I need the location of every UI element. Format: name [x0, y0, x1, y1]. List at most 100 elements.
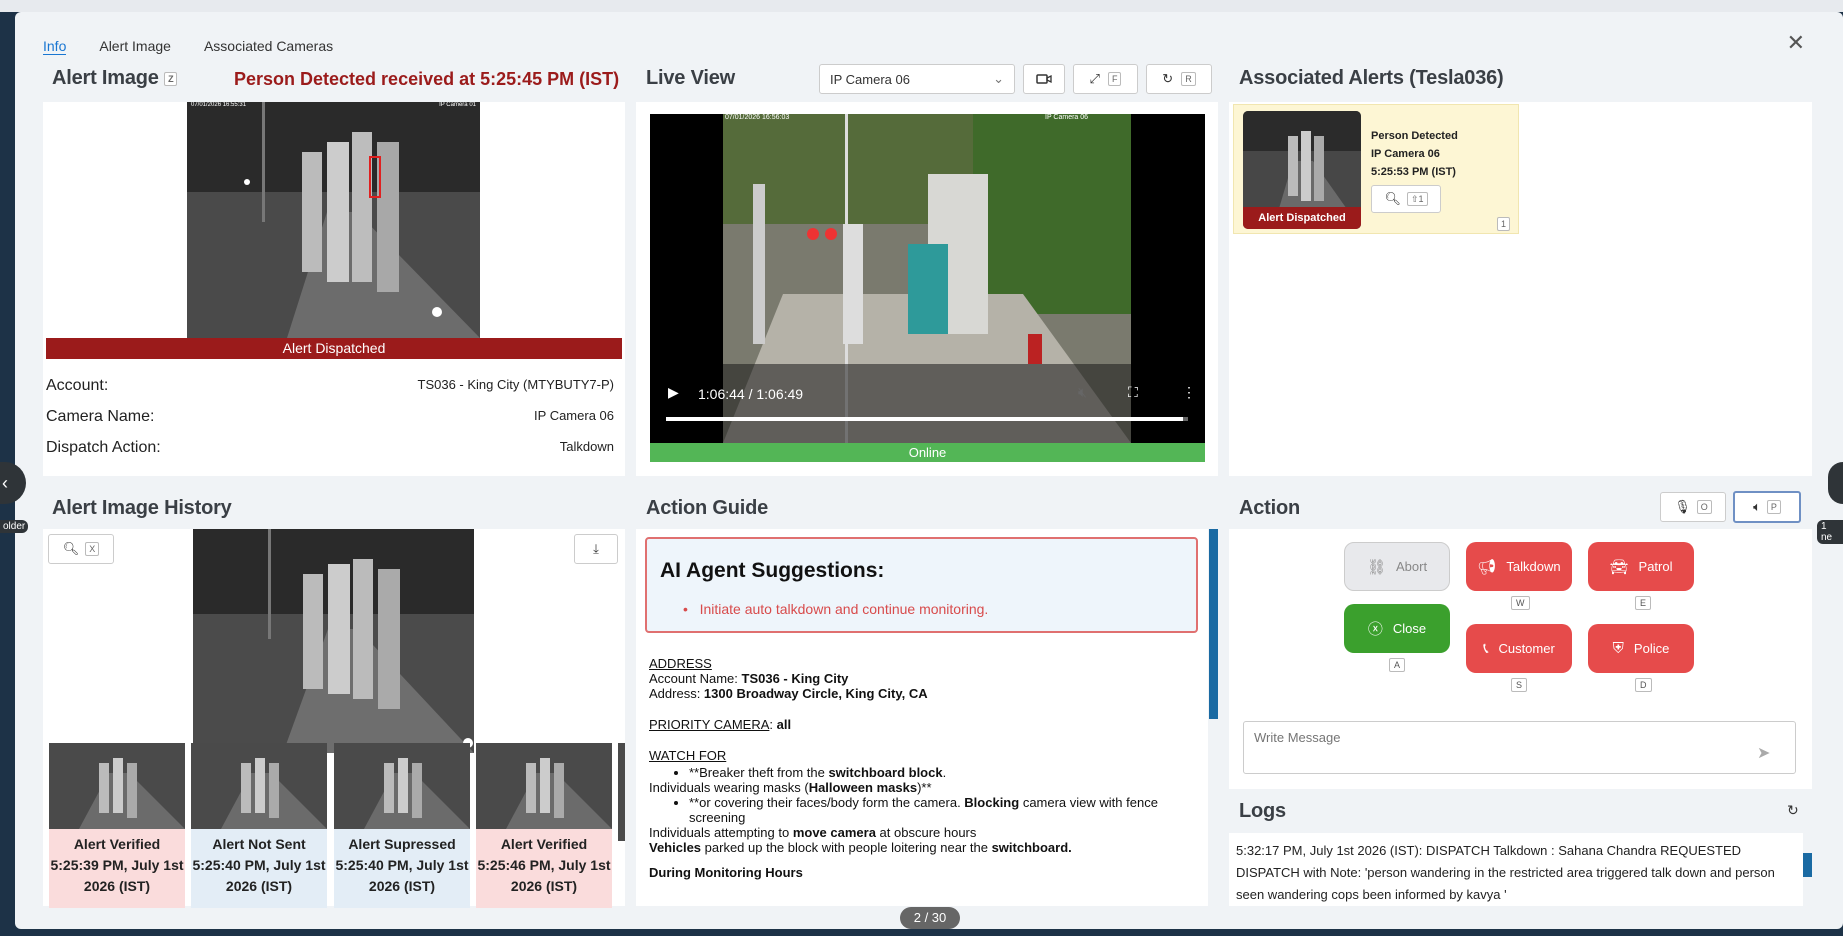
history-thumbnail[interactable]: Alert Verified 5:25:39 PM, July 1st 2026 … — [49, 743, 185, 908]
unlink-icon: ⛓︎ — [1366, 558, 1386, 576]
close-icon[interactable]: ✕ — [1787, 30, 1805, 56]
address-label: Address: — [649, 686, 704, 701]
video-camera-icon — [1036, 74, 1052, 84]
alert-dispatched-banner: Alert Dispatched — [1243, 207, 1361, 229]
hotkey-badge: S — [1511, 678, 1528, 692]
more-vertical-icon[interactable]: ⋮ — [1182, 384, 1196, 401]
zoom-in-icon: 🔍︎ — [62, 541, 80, 556]
watch-item: **or covering their faces/body form the … — [689, 795, 1189, 825]
associated-alert-card[interactable]: Alert Dispatched Person Detected IP Came… — [1233, 104, 1519, 234]
tab-associated-cameras[interactable]: Associated Cameras — [204, 38, 333, 55]
police-button[interactable]: ⛨ Police — [1588, 624, 1694, 673]
thumbnail-time: 5:25:40 PM, July 1st 2026 (IST) — [335, 857, 469, 894]
record-button[interactable] — [1023, 64, 1065, 94]
alert-dispatched-banner: Alert Dispatched — [46, 338, 622, 359]
hotkey-badge: Z — [164, 71, 178, 86]
tab-bar: Info Alert Image Associated Cameras — [43, 38, 333, 55]
zoom-in-icon: 🔍︎ — [1384, 191, 1401, 206]
chevron-down-icon: ⌄ — [993, 71, 1004, 86]
ai-suggestion-text: Initiate auto talkdown and continue moni… — [699, 601, 989, 617]
thumbnail-time: 5:25:39 PM, July 1st 2026 (IST) — [50, 857, 184, 894]
associated-alert-thumbnail[interactable]: Alert Dispatched — [1243, 111, 1361, 229]
camera-select[interactable]: IP Camera 06 ⌄ — [819, 64, 1015, 94]
zoom-button[interactable]: 🔍︎ ⇧1 — [1371, 185, 1441, 213]
logs-title: Logs — [1239, 800, 1286, 822]
associated-alert-info: Person Detected IP Camera 06 5:25:53 PM … — [1371, 127, 1458, 181]
address-value: 1300 Broadway Circle, King City, CA — [703, 686, 928, 701]
refresh-button[interactable]: ↻ R — [1146, 64, 1212, 94]
hotkey-badge: W — [1511, 596, 1530, 610]
detail-key: Account: — [46, 377, 109, 394]
microphone-button[interactable]: 🎙︎ O — [1660, 492, 1726, 522]
associated-alerts-panel: Alert Dispatched Person Detected IP Came… — [1229, 102, 1812, 476]
thumbnail-label: Alert Not Sent 5:25:40 PM, July 1st 2026 … — [191, 829, 327, 908]
thumbnail-label: Alert Verified 5:25:39 PM, July 1st 2026 … — [49, 829, 185, 908]
refresh-icon[interactable]: ↻ — [1787, 802, 1799, 819]
fullscreen-icon[interactable]: ⛶ — [1128, 384, 1138, 401]
microphone-icon: 🎙︎ — [1674, 499, 1691, 514]
priority-heading: PRIORITY CAMERA — [649, 717, 770, 732]
tab-alert-image[interactable]: Alert Image — [99, 38, 171, 55]
hotkey-badge: O — [1696, 500, 1712, 514]
camera-timestamp: 07/01/2026 16:55:31 — [191, 102, 247, 108]
speaker-button[interactable]: 🔈︎ P — [1733, 491, 1801, 523]
zoom-button[interactable]: 🔍︎ X — [48, 534, 114, 564]
hotkey-badge: A — [1389, 658, 1406, 672]
newer-label: 1 ne — [1817, 520, 1843, 544]
abort-button[interactable]: ⛓︎ Abort — [1344, 542, 1450, 591]
close-alert-button[interactable]: ⓧ Close — [1344, 604, 1450, 653]
live-view-title: Live View — [646, 67, 735, 89]
account-value: TS036 - King City — [741, 671, 849, 686]
thumbnail-status: Alert Not Sent — [212, 836, 306, 852]
detail-row: Account: TS036 - King City (MTYBUTY7-P) — [46, 377, 614, 395]
account-label: Account Name: — [649, 671, 742, 686]
priority-value: all — [776, 717, 792, 732]
online-status-bar: Online — [650, 443, 1205, 462]
close-circle-icon: ⓧ — [1367, 621, 1383, 638]
alert-time: 5:25:53 PM (IST) — [1371, 166, 1456, 178]
alert-received-text: Person Detected received at 5:25:45 PM (… — [234, 69, 620, 89]
detail-value: Talkdown — [559, 439, 614, 454]
associated-alerts-title: Associated Alerts (Tesla036) — [1239, 67, 1504, 89]
live-video-player[interactable]: 07/01/2026 16:56:03 IP Camera 06 ▶ 1:06:… — [650, 114, 1205, 443]
action-title: Action — [1239, 497, 1301, 519]
send-icon[interactable]: ➤ — [1757, 743, 1770, 763]
history-thumbnail[interactable]: Alert Verified 5:25:46 PM, July 1st 2026 … — [476, 743, 612, 908]
chevron-right-icon[interactable] — [1828, 462, 1843, 504]
thumbnail-label: Alert Verified 5:25:46 PM, July 1st 2026 … — [476, 829, 612, 908]
shield-icon: ⛨ — [1612, 640, 1624, 657]
detail-row: Camera Name: IP Camera 06 — [46, 408, 614, 426]
message-input[interactable] — [1243, 721, 1796, 774]
tab-info[interactable]: Info — [43, 38, 67, 55]
play-icon[interactable]: ▶ — [668, 384, 679, 401]
hotkey-badge: R — [1181, 72, 1196, 86]
background-strip — [0, 0, 1843, 12]
camera-label: IP Camera 01 — [439, 102, 476, 108]
hotkey-badge: D — [1635, 678, 1652, 692]
history-main-image[interactable] — [193, 529, 474, 753]
pager-badge: 2 / 30 — [900, 907, 960, 929]
alert-image-title: Alert Image Z — [52, 67, 178, 90]
guide-content: ADDRESS Account Name: TS036 - King City … — [649, 656, 1189, 880]
talkdown-button[interactable]: 📢︎ Talkdown — [1466, 542, 1572, 591]
alert-image-history-title: Alert Image History — [52, 497, 232, 519]
history-thumbnail[interactable]: Alert Supressed 5:25:40 PM, July 1st 2026… — [334, 743, 470, 908]
video-seekbar[interactable] — [666, 417, 1188, 421]
expand-button[interactable]: ⤢ F — [1073, 64, 1138, 94]
action-guide-title: Action Guide — [646, 497, 769, 519]
customer-button[interactable]: 📞︎ Customer — [1466, 624, 1572, 673]
history-thumbnail[interactable]: Alert Not Sent 5:25:40 PM, July 1st 2026 … — [191, 743, 327, 908]
logs-scrollbar[interactable] — [1803, 853, 1812, 877]
download-button[interactable]: ⤓ — [574, 534, 618, 564]
expand-icon: ⤢ — [1089, 71, 1100, 86]
video-time: 1:06:44 / 1:06:49 — [698, 386, 804, 402]
alert-camera-image[interactable]: 07/01/2026 16:55:31 IP Camera 01 — [187, 102, 480, 338]
thumbnail-status: Alert Verified — [73, 836, 161, 852]
volume-icon[interactable]: 🔇︎ — [1078, 384, 1087, 401]
hotkey-badge: P — [1766, 500, 1781, 514]
guide-scrollbar[interactable] — [1209, 529, 1218, 719]
hotkey-badge: X — [85, 542, 100, 556]
patrol-button[interactable]: 🚘︎ Patrol — [1588, 542, 1694, 591]
live-view-panel: 07/01/2026 16:56:03 IP Camera 06 ▶ 1:06:… — [636, 102, 1218, 476]
hotkey-badge: F — [1107, 72, 1122, 86]
